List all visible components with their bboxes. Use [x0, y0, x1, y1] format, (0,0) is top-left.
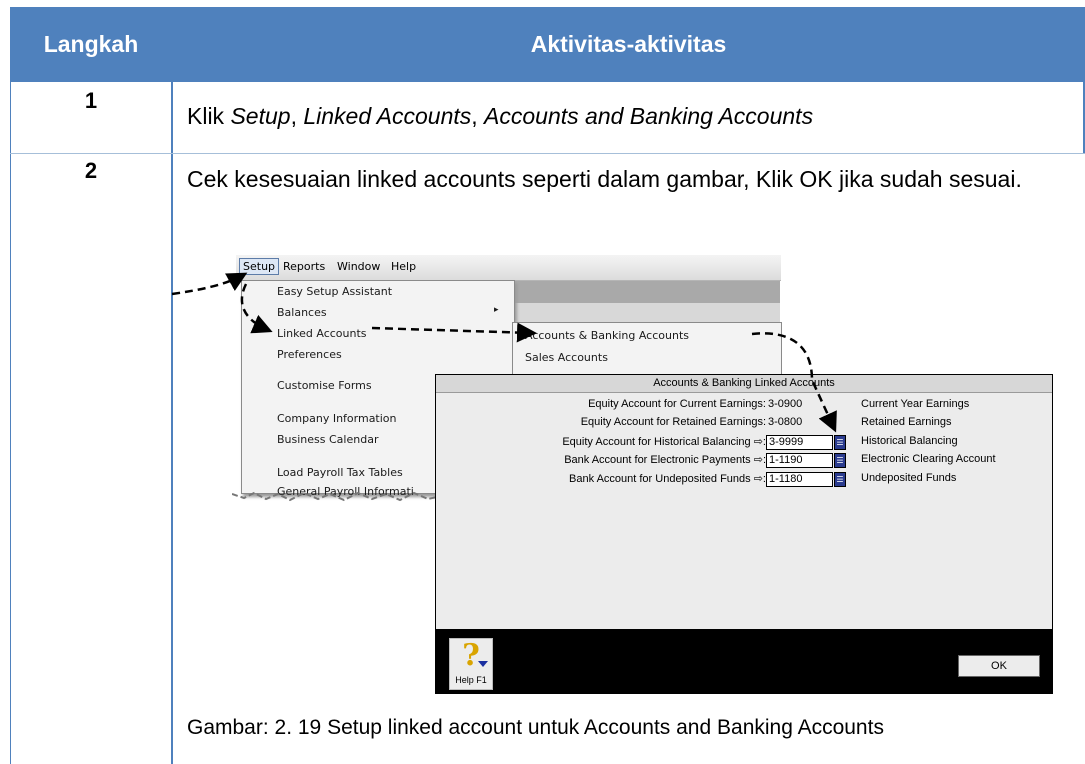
menu-item-load-payroll-tax[interactable]: Load Payroll Tax Tables: [277, 466, 403, 479]
menu-reports[interactable]: Reports: [283, 260, 325, 273]
lookup-list-icon[interactable]: ☰: [834, 472, 846, 487]
account-number-field[interactable]: 1-1180: [766, 472, 833, 487]
menu-bar: Setup Reports Window Help: [236, 255, 781, 281]
account-row-label: Bank Account for Electronic Payments ⇨:: [564, 454, 766, 466]
help-question-icon: ?: [462, 638, 480, 673]
ok-button[interactable]: OK: [958, 655, 1040, 677]
submenu-item-sales-accounts[interactable]: Sales Accounts: [525, 351, 608, 364]
menu-item-customise-forms[interactable]: Customise Forms: [277, 379, 372, 392]
menu-item-preferences[interactable]: Preferences: [277, 348, 342, 361]
account-number-field[interactable]: 1-1190: [766, 453, 833, 468]
menu-item-balances[interactable]: Balances: [277, 306, 327, 319]
torn-edge: [232, 491, 446, 502]
account-row-label: Equity Account for Current Earnings:: [588, 398, 766, 410]
step-number: 2: [84, 158, 98, 183]
table-column-divider: [171, 82, 173, 764]
linked-accounts-submenu: Accounts & Banking Accounts Sales Accoun…: [512, 322, 782, 379]
lookup-list-icon[interactable]: ☰: [834, 435, 846, 450]
help-button[interactable]: ? Help F1: [449, 638, 493, 690]
account-number: 3-0800: [768, 416, 803, 428]
dialog-button-bar: ? Help F1 OK: [436, 629, 1052, 693]
toolbar-background: [512, 281, 780, 303]
help-dropdown-icon: [478, 661, 488, 667]
account-name: Current Year Earnings: [861, 398, 970, 410]
account-row-label: Equity Account for Historical Balancing …: [562, 436, 766, 448]
account-row: Equity Account for Historical Balancing …: [436, 435, 1052, 451]
menu-item-business-calendar[interactable]: Business Calendar: [277, 433, 378, 446]
step-1-text: Klik Setup, Linked Accounts, Accounts an…: [187, 103, 814, 129]
menu-item-easy-setup[interactable]: Easy Setup Assistant: [277, 285, 392, 298]
account-row: Equity Account for Retained Earnings: 3-…: [436, 416, 1052, 432]
figure-caption: Gambar: 2. 19 Setup linked account untuk…: [187, 716, 884, 739]
help-button-label: Help F1: [455, 675, 487, 685]
header-activities: Aktivitas-aktivitas: [530, 31, 727, 57]
account-number-field[interactable]: 3-9999: [766, 435, 833, 450]
submenu-arrow-icon: ▸: [494, 305, 499, 315]
account-row-label: Bank Account for Undeposited Funds ⇨:: [569, 473, 766, 485]
lookup-list-icon[interactable]: ☰: [834, 453, 846, 468]
table-border-left: [10, 82, 11, 764]
submenu-item-accounts-banking[interactable]: Accounts & Banking Accounts: [525, 329, 689, 342]
menu-item-company-information[interactable]: Company Information: [277, 412, 397, 425]
toolbar-background: [512, 303, 780, 323]
header-step: Langkah: [43, 31, 139, 57]
account-row: Bank Account for Undeposited Funds ⇨: 1-…: [436, 472, 1052, 488]
menu-help[interactable]: Help: [391, 260, 416, 273]
account-row-label: Equity Account for Retained Earnings:: [580, 416, 766, 428]
menu-item-linked-accounts[interactable]: Linked Accounts: [277, 327, 367, 340]
account-name: Electronic Clearing Account: [861, 453, 996, 465]
step-number: 1: [84, 88, 98, 113]
account-name: Undeposited Funds: [861, 472, 957, 484]
account-name: Historical Balancing: [861, 435, 958, 447]
account-row: Equity Account for Current Earnings: 3-0…: [436, 398, 1052, 414]
account-row: Bank Account for Electronic Payments ⇨: …: [436, 453, 1052, 469]
row-divider: [10, 153, 1085, 154]
menu-window[interactable]: Window: [337, 260, 380, 273]
table-header: Langkah Aktivitas-aktivitas: [10, 7, 1085, 82]
dialog-title: Accounts & Banking Linked Accounts: [436, 375, 1052, 393]
menu-setup[interactable]: Setup: [239, 258, 280, 275]
account-number: 3-0900: [768, 398, 803, 410]
linked-accounts-dialog: Accounts & Banking Linked Accounts Equit…: [435, 374, 1053, 694]
account-name: Retained Earnings: [861, 416, 952, 428]
step-2-text: Cek kesesuaian linked accounts seperti d…: [187, 166, 1022, 192]
